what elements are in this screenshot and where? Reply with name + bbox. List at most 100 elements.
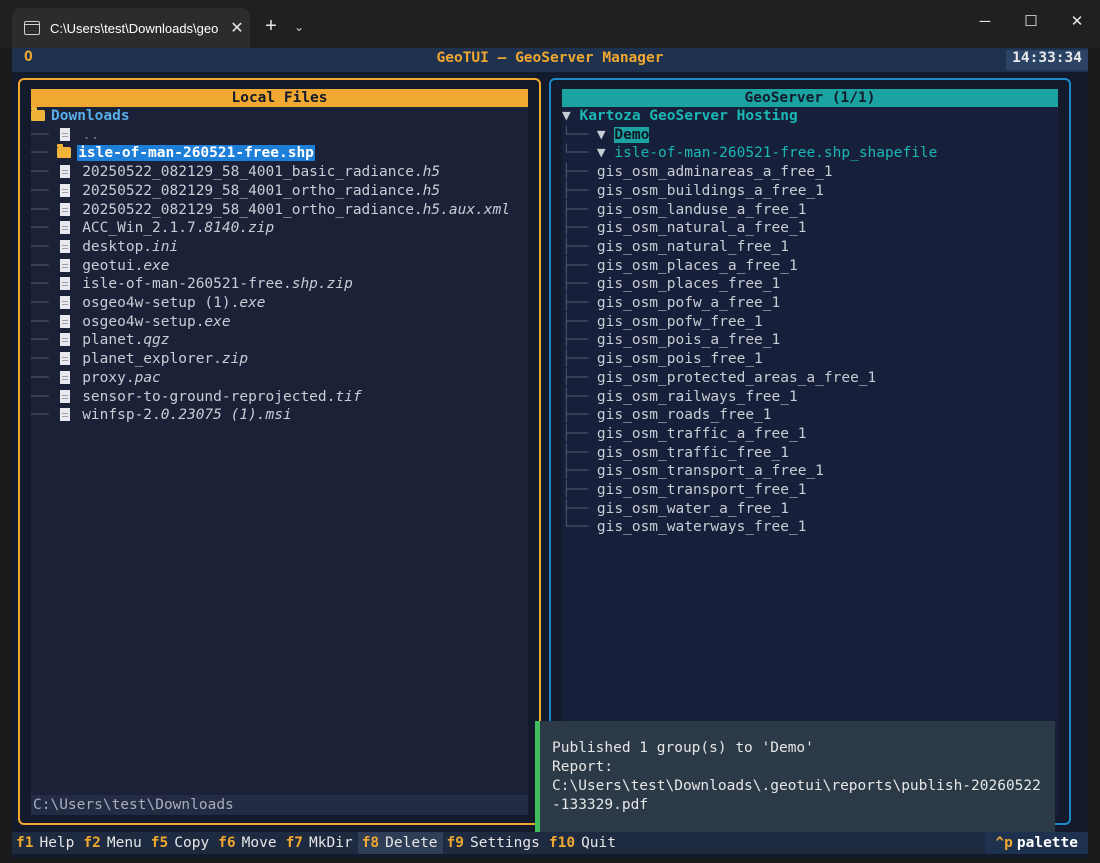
- layer-name: gis_osm_buildings_a_free_1: [596, 182, 824, 199]
- layer-row[interactable]: ├── gis_osm_pois_a_free_1: [562, 331, 780, 350]
- file-row[interactable]: ── geotui.exe: [31, 257, 170, 276]
- tree-guide: ──: [31, 351, 58, 368]
- tree-guide: ──: [31, 201, 58, 218]
- file-row[interactable]: ── 20250522_082129_58_4001_ortho_radianc…: [31, 182, 440, 201]
- folder-icon: [57, 144, 72, 159]
- file-row[interactable]: ── osgeo4w-setup.exe: [31, 313, 231, 332]
- file-row[interactable]: ── isle-of-man-260521-free.shp.zip: [31, 275, 353, 294]
- file-row[interactable]: ── sensor-to-ground-reprojected.tif: [31, 388, 362, 407]
- file-name: proxy.: [82, 369, 135, 386]
- tree-guide: ├──: [562, 182, 597, 199]
- tree-root[interactable]: Downloads: [31, 107, 130, 126]
- file-row[interactable]: ── desktop.ini: [31, 238, 178, 257]
- file-row[interactable]: ── osgeo4w-setup (1).exe: [31, 294, 266, 313]
- fkey-label: Delete: [385, 835, 438, 851]
- fkey-key: f8: [361, 835, 380, 851]
- close-window-button[interactable]: ✕: [1054, 0, 1100, 44]
- file-row[interactable]: ── planet_explorer.zip: [31, 350, 248, 369]
- tab-dropdown-icon[interactable]: ⌄: [288, 14, 310, 40]
- file-name: sensor-to-ground-reprojected.: [82, 388, 336, 405]
- layer-name: gis_osm_natural_a_free_1: [596, 220, 807, 237]
- fkey-label: Menu: [106, 835, 142, 851]
- file-icon: [60, 314, 71, 328]
- file-icon: [60, 165, 71, 179]
- layer-row[interactable]: ├── gis_osm_landuse_a_free_1: [562, 201, 806, 220]
- layer-name: gis_osm_transport_a_free_1: [596, 463, 824, 480]
- file-row[interactable]: ── 20250522_082129_58_4001_basic_radianc…: [31, 163, 440, 182]
- maximize-button[interactable]: ☐: [1008, 0, 1054, 44]
- file-name: 20250522_082129_58_4001_ortho_radiance.: [82, 182, 423, 199]
- layer-row[interactable]: ├── gis_osm_traffic_free_1: [562, 444, 789, 463]
- layer-row[interactable]: ├── gis_osm_pofw_free_1: [562, 313, 763, 332]
- layer-row[interactable]: ├── gis_osm_roads_free_1: [562, 406, 772, 425]
- fkey-move-button[interactable]: f6 Move: [214, 832, 281, 854]
- file-name: osgeo4w-setup (1).: [82, 295, 240, 311]
- fkey-delete-button[interactable]: f8 Delete: [357, 832, 443, 854]
- panel-title: Local Files: [31, 89, 528, 107]
- fkey-copy-button[interactable]: f5 Copy: [147, 832, 214, 854]
- panel-title: GeoServer (1/1): [562, 89, 1058, 107]
- local-files-panel[interactable]: Local Files Downloads ── .. ── isle-of-m…: [18, 78, 541, 825]
- file-row[interactable]: ── isle-of-man-260521-free.shp: [31, 144, 315, 163]
- tree-guide: ├──: [562, 238, 597, 255]
- layer-row[interactable]: ├── gis_osm_transport_free_1: [562, 481, 806, 500]
- layer-row[interactable]: ├── gis_osm_natural_a_free_1: [562, 219, 806, 238]
- file-icon: [60, 258, 71, 272]
- layer-row[interactable]: ├── gis_osm_railways_free_1: [562, 388, 798, 407]
- command-palette-button[interactable]: ^p palette: [985, 832, 1088, 854]
- new-tab-button[interactable]: +: [258, 14, 284, 40]
- terminal-icon: [24, 21, 40, 35]
- file-row[interactable]: ── planet.qgz: [31, 331, 170, 350]
- layer-row[interactable]: ├── gis_osm_traffic_a_free_1: [562, 425, 806, 444]
- layer-row[interactable]: ├── gis_osm_places_a_free_1: [562, 257, 798, 276]
- fkey-mkdir-button[interactable]: f7 MkDir: [282, 832, 358, 854]
- file-extension: exe: [143, 257, 170, 274]
- tree-guide: ├──: [562, 220, 597, 237]
- file-icon: [60, 221, 71, 235]
- layer-row[interactable]: ├── gis_osm_natural_free_1: [562, 238, 789, 257]
- file-row[interactable]: ── 20250522_082129_58_4001_ortho_radianc…: [31, 201, 510, 220]
- fkey-quit-button[interactable]: f10 Quit: [545, 832, 621, 854]
- tree-guide: ──: [31, 388, 58, 405]
- tree-parent-row[interactable]: ── ..: [31, 126, 100, 145]
- layer-row[interactable]: ├── gis_osm_places_free_1: [562, 275, 780, 294]
- file-row[interactable]: ── proxy.pac: [31, 369, 161, 388]
- layer-row[interactable]: ├── gis_osm_pofw_a_free_1: [562, 294, 780, 313]
- layer-name: gis_osm_traffic_a_free_1: [596, 425, 807, 442]
- layer-name: gis_osm_protected_areas_a_free_1: [596, 369, 877, 386]
- layer-name: gis_osm_water_a_free_1: [596, 500, 789, 517]
- fkey-help-button[interactable]: f1 Help: [12, 832, 79, 854]
- layer-row[interactable]: └── gis_osm_waterways_free_1: [562, 518, 806, 537]
- file-row[interactable]: ── winfsp-2.0.23075 (1).msi: [31, 406, 292, 425]
- file-extension: 0.23075 (1).msi: [160, 407, 292, 424]
- fkey-settings-button[interactable]: f9 Settings: [443, 832, 545, 854]
- fkey-menu-button[interactable]: f2 Menu: [79, 832, 146, 854]
- tree-node-server[interactable]: ▼ Kartoza GeoServer Hosting: [562, 107, 798, 126]
- fkey-label: Help: [39, 835, 75, 851]
- tree-guide: ──: [31, 295, 58, 311]
- file-row[interactable]: ── ACC_Win_2.1.7.8140.zip: [31, 219, 274, 238]
- layer-row[interactable]: ├── gis_osm_transport_a_free_1: [562, 462, 824, 481]
- terminal-tab[interactable]: C:\Users\test\Downloads\geo ✕: [12, 8, 250, 48]
- tab-close-icon[interactable]: ✕: [224, 18, 250, 38]
- local-file-tree[interactable]: Downloads ── .. ── isle-of-man-260521-fr…: [31, 107, 528, 815]
- tree-node-store[interactable]: └── ▼ isle-of-man-260521-free.shp_shapef…: [562, 144, 937, 163]
- layer-row[interactable]: ├── gis_osm_protected_areas_a_free_1: [562, 369, 876, 388]
- file-extension: exe: [204, 313, 231, 330]
- expand-triangle-icon: ▼: [562, 108, 580, 124]
- geoserver-panel[interactable]: GeoServer (1/1) ▼ Kartoza GeoServer Host…: [549, 78, 1071, 825]
- layer-name: gis_osm_pois_free_1: [596, 351, 763, 368]
- tree-node-workspace[interactable]: └── ▼ Demo: [562, 126, 650, 145]
- minimize-button[interactable]: ─: [962, 0, 1008, 44]
- toast-line: -133329.pdf: [552, 797, 649, 813]
- fkey-label: MkDir: [309, 835, 353, 851]
- layer-row[interactable]: ├── gis_osm_buildings_a_free_1: [562, 182, 824, 201]
- file-extension: pac: [134, 369, 161, 386]
- layer-row[interactable]: ├── gis_osm_water_a_free_1: [562, 500, 789, 519]
- file-extension: 8140.zip: [204, 220, 275, 237]
- layer-row[interactable]: ├── gis_osm_adminareas_a_free_1: [562, 163, 833, 182]
- geoserver-tree[interactable]: ▼ Kartoza GeoServer Hosting └── ▼ Demo └…: [562, 107, 1058, 815]
- layer-row[interactable]: ├── gis_osm_pois_free_1: [562, 350, 763, 369]
- expand-triangle-icon: ▼: [596, 126, 615, 143]
- fkey-key: f7: [285, 835, 304, 851]
